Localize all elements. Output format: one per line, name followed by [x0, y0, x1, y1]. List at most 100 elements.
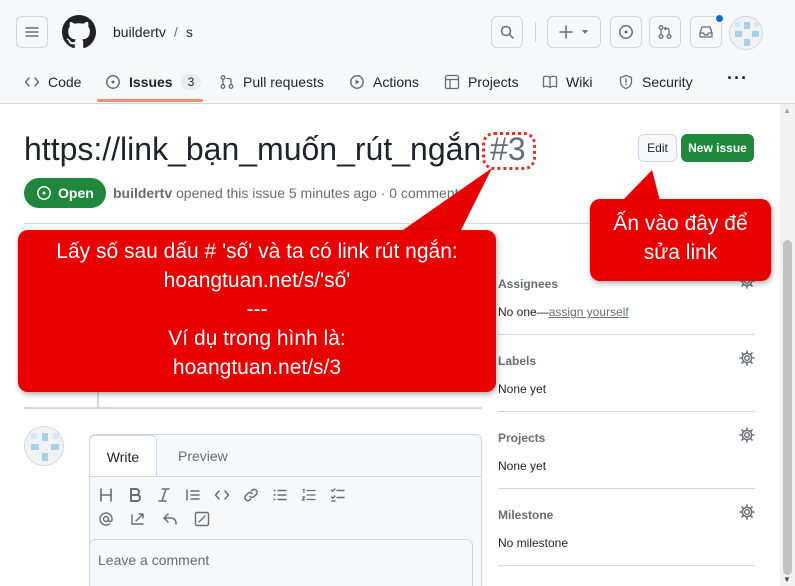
sidebar-labels[interactable]: Labels None yet	[498, 350, 755, 396]
tab-pull-requests-label: Pull requests	[243, 74, 324, 90]
identicon-icon	[730, 17, 762, 49]
heading-icon[interactable]	[98, 487, 114, 503]
assignees-value: No one—assign yourself	[498, 305, 755, 319]
triangle-down-icon	[581, 30, 589, 34]
breadcrumb-owner[interactable]: buildertv	[113, 24, 166, 40]
tab-security[interactable]: Security	[618, 62, 693, 102]
tab-projects-label: Projects	[468, 74, 519, 90]
search-icon	[500, 25, 514, 39]
sidebar-assignees[interactable]: Assignees No one—assign yourself	[498, 273, 755, 319]
assign-yourself-link[interactable]: assign yourself	[549, 305, 629, 319]
task-list-icon[interactable]	[330, 487, 346, 503]
tab-pull-requests[interactable]: Pull requests	[219, 62, 324, 102]
plus-icon	[559, 25, 573, 39]
git-pull-request-icon	[220, 75, 234, 89]
gear-icon[interactable]	[739, 504, 755, 520]
tab-actions[interactable]: Actions	[349, 62, 419, 102]
annotation-callout-edit: Ấn vào đây để sửa link	[590, 199, 771, 281]
issue-opened-icon	[37, 186, 51, 200]
quote-icon[interactable]	[185, 487, 201, 503]
more-tabs-button[interactable]: ···	[727, 68, 748, 89]
gear-icon[interactable]	[739, 350, 755, 366]
sidebar-divider	[498, 488, 755, 489]
issue-opened-icon	[619, 25, 633, 39]
milestone-heading: Milestone	[498, 508, 554, 522]
play-icon	[350, 75, 364, 89]
github-logo-icon[interactable]	[62, 15, 96, 49]
breadcrumb: buildertv / s	[113, 24, 193, 40]
breadcrumb-separator: /	[173, 24, 178, 40]
tab-issues[interactable]: Issues 3	[105, 62, 202, 102]
commenter-avatar[interactable]	[24, 426, 64, 466]
scroll-up-arrow-icon[interactable]: ▲	[783, 106, 791, 115]
create-new-button[interactable]	[547, 16, 601, 48]
issue-state-badge: Open	[24, 178, 106, 208]
edit-title-button[interactable]: Edit	[638, 134, 677, 162]
code-icon[interactable]	[214, 487, 230, 503]
callout-line: Ví dụ trong hình là:	[168, 327, 346, 350]
notification-dot	[715, 14, 724, 23]
tab-code[interactable]: Code	[24, 62, 81, 102]
comment-textarea[interactable]: Leave a comment	[89, 539, 473, 586]
breadcrumb-repo[interactable]: s	[186, 24, 193, 40]
pull-requests-shortcut-button[interactable]	[649, 16, 681, 48]
link-icon[interactable]	[243, 487, 259, 503]
bold-icon[interactable]	[127, 487, 143, 503]
preview-tab[interactable]: Preview	[178, 435, 228, 477]
tab-projects[interactable]: Projects	[444, 62, 519, 102]
menu-button[interactable]	[16, 16, 48, 48]
sidebar-projects[interactable]: Projects None yet	[498, 427, 755, 473]
annotation-callout-shortlink: Lấy số sau dấu # 'số' và ta có link rút …	[18, 230, 496, 392]
issue-number-highlight	[482, 132, 536, 170]
assignees-none-text: No one—	[498, 305, 549, 319]
scroll-down-arrow-icon[interactable]: ▼	[783, 575, 791, 584]
mention-icon[interactable]	[98, 511, 114, 527]
issue-state-label: Open	[58, 185, 94, 201]
shield-icon	[619, 74, 633, 90]
callout-line: sửa link	[643, 241, 718, 264]
timeline-line	[97, 390, 99, 408]
cross-reference-icon[interactable]	[130, 511, 146, 527]
callout-line: hoangtuan.net/s/'số'	[163, 269, 351, 292]
scrollbar-thumb[interactable]	[783, 240, 792, 575]
write-tab[interactable]: Write	[89, 435, 157, 477]
book-icon	[542, 75, 558, 89]
projects-value: None yet	[498, 459, 547, 473]
issue-meta-text: opened this issue 5 minutes ago · 0 comm…	[176, 185, 466, 201]
callout-line: ---	[246, 298, 268, 321]
reply-icon[interactable]	[162, 511, 178, 527]
diff-icon[interactable]	[194, 511, 210, 527]
issues-count-badge: 3	[180, 74, 202, 90]
git-pull-request-icon	[658, 25, 672, 39]
hamburger-icon	[25, 27, 39, 37]
header-divider	[535, 22, 536, 42]
edit-callout-tail	[622, 170, 660, 201]
repo-tab-nav: Code Issues 3 Pull requests Actions Proj…	[0, 62, 795, 104]
ordered-list-icon[interactable]	[301, 487, 317, 503]
issue-author-link[interactable]: buildertv	[113, 185, 172, 201]
timeline-break	[24, 407, 482, 409]
unordered-list-icon[interactable]	[272, 487, 288, 503]
callout-line: Ấn vào đây để	[613, 212, 748, 235]
sidebar-divider	[498, 334, 755, 335]
new-issue-button[interactable]: New issue	[681, 134, 754, 162]
italic-icon[interactable]	[156, 487, 172, 503]
tab-security-label: Security	[642, 74, 693, 90]
issue-opened-icon	[106, 75, 120, 89]
tab-actions-label: Actions	[373, 74, 419, 90]
gear-icon[interactable]	[739, 427, 755, 443]
projects-heading: Projects	[498, 431, 546, 445]
labels-value: None yet	[498, 382, 547, 396]
search-button[interactable]	[491, 16, 523, 48]
sidebar-milestone[interactable]: Milestone No milestone	[498, 504, 755, 550]
table-icon	[444, 74, 460, 90]
issues-shortcut-button[interactable]	[610, 16, 642, 48]
tab-wiki[interactable]: Wiki	[542, 62, 592, 102]
issue-meta: buildertv opened this issue 5 minutes ag…	[113, 185, 466, 201]
composer-tab-divider	[89, 476, 482, 477]
issue-title: https://link_bạn_muốn_rút_ngắn #3	[24, 131, 526, 168]
identicon-icon	[25, 427, 63, 465]
user-avatar[interactable]	[729, 16, 763, 50]
tab-issues-label: Issues	[129, 74, 173, 90]
labels-heading: Labels	[498, 354, 537, 368]
